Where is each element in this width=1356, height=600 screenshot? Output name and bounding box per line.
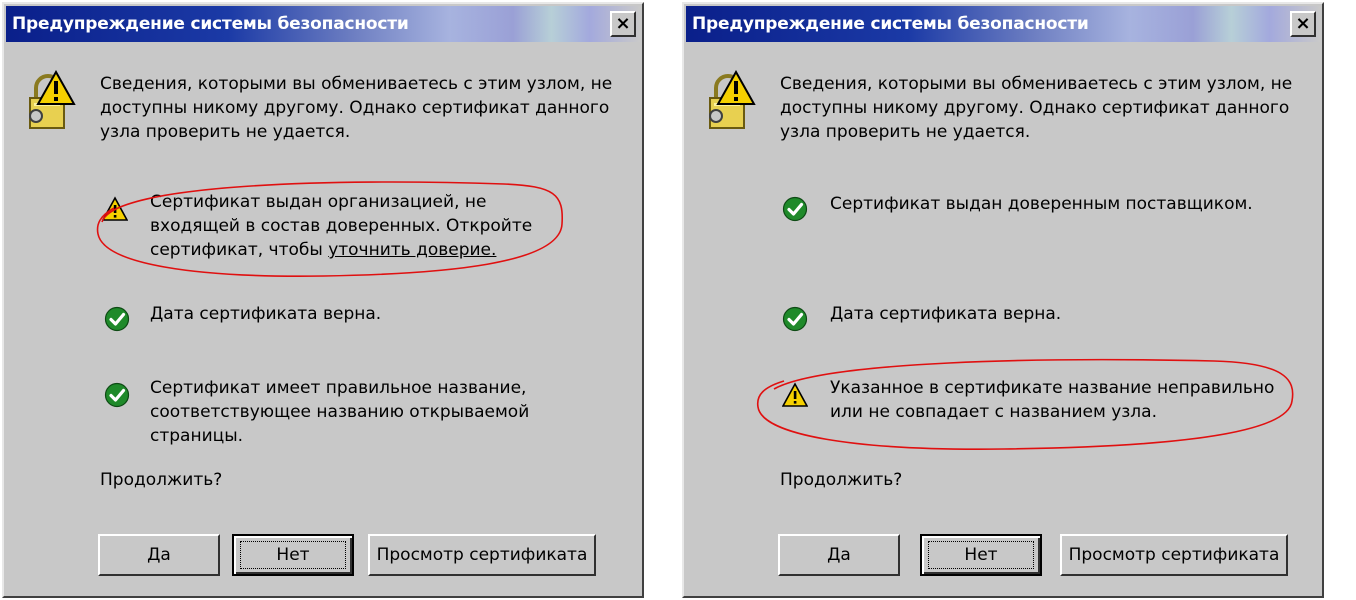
view-certificate-button-label: Просмотр сертификата	[376, 545, 588, 565]
yes-button[interactable]: Да	[98, 534, 220, 576]
check-circle-icon	[782, 306, 808, 332]
status-item-name: Указанное в сертификате название неправи…	[830, 378, 1275, 422]
lock-warning-icon	[709, 70, 756, 129]
status-item-name: Сертификат имеет правильное название, со…	[150, 378, 530, 446]
lock-warning-icon	[29, 70, 76, 129]
title-bar: Предупреждение системы безопасности ×	[686, 6, 1320, 42]
intro-text: Сведения, которыми вы обмениваетесь с эт…	[100, 74, 613, 142]
check-circle-icon	[104, 306, 130, 332]
yes-button-label: Да	[147, 545, 171, 565]
view-certificate-button[interactable]: Просмотр сертификата	[1060, 534, 1288, 576]
no-button-label: Нет	[964, 545, 998, 565]
close-button[interactable]: ×	[1290, 11, 1316, 37]
warning-icon	[782, 382, 808, 407]
security-warning-dialog-right: Предупреждение системы безопасности × Св…	[682, 2, 1324, 598]
view-certificate-button[interactable]: Просмотр сертификата	[368, 534, 596, 576]
status-item-issuer: Сертификат выдан доверенным поставщиком.	[830, 194, 1253, 214]
continue-prompt: Продолжить?	[100, 470, 223, 490]
yes-button[interactable]: Да	[778, 534, 900, 576]
no-button[interactable]: Нет	[920, 534, 1042, 576]
status-item-date: Дата сертификата верна.	[830, 304, 1062, 324]
check-circle-icon	[782, 196, 808, 222]
clarify-trust-link[interactable]: уточнить доверие.	[328, 240, 496, 260]
dialog-title: Предупреждение системы безопасности	[12, 14, 409, 34]
dialog-title: Предупреждение системы безопасности	[692, 14, 1089, 34]
warning-icon	[102, 196, 128, 221]
yes-button-label: Да	[827, 545, 851, 565]
check-circle-icon	[104, 382, 130, 408]
status-item-date: Дата сертификата верна.	[150, 304, 382, 324]
title-bar: Предупреждение системы безопасности ×	[6, 6, 640, 42]
no-button-label: Нет	[276, 545, 310, 565]
continue-prompt: Продолжить?	[780, 470, 903, 490]
no-button[interactable]: Нет	[232, 534, 354, 576]
intro-text: Сведения, которыми вы обмениваетесь с эт…	[780, 74, 1293, 142]
close-button[interactable]: ×	[610, 11, 636, 37]
security-warning-dialog-left: Предупреждение системы безопасности × Св…	[2, 2, 644, 598]
status-item-issuer: Сертификат выдан организацией, не входящ…	[150, 190, 570, 262]
view-certificate-button-label: Просмотр сертификата	[1068, 545, 1280, 565]
close-icon: ×	[615, 13, 631, 34]
close-icon: ×	[1295, 13, 1311, 34]
